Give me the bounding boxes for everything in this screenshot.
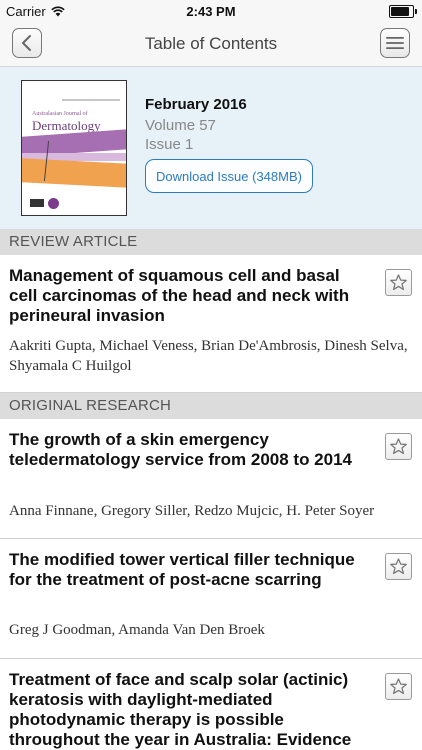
star-icon [390,438,407,455]
hamburger-menu-icon [386,37,404,49]
section-header-original-research: ORIGINAL RESEARCH [0,393,422,419]
navigation-bar: Table of Contents [0,22,422,67]
society-seal [48,198,59,209]
article-authors: Aakriti Gupta, Michael Veness, Brian De'… [9,338,408,374]
favorite-button[interactable] [385,553,412,580]
article-item[interactable]: The modified tower vertical filler techn… [0,539,422,659]
issue-volume: Volume 57 [145,117,216,134]
issue-number: Issue 1 [145,136,194,153]
article-item[interactable]: The growth of a skin emergency telederma… [0,419,422,539]
cover-subtitle: Australasian Journal of [32,111,88,117]
issue-header: Australasian Journal of Dermatology Febr… [0,67,422,229]
star-icon [390,558,407,575]
cover-decoration [62,99,120,101]
issue-date: February 2016 [145,96,247,113]
article-authors: Greg J Goodman, Amanda Van Den Broek [9,622,265,638]
status-bar: Carrier 2:43 PM [0,0,422,22]
favorite-button[interactable] [385,673,412,700]
article-item[interactable]: Treatment of face and scalp solar (actin… [0,659,422,750]
star-icon [390,274,407,291]
download-issue-button[interactable]: Download Issue (348MB) [145,159,313,193]
article-title[interactable]: Treatment of face and scalp solar (actin… [9,670,369,750]
cover-band [22,158,126,188]
battery-icon [389,5,414,18]
issue-cover-image[interactable]: Australasian Journal of Dermatology [21,80,127,216]
menu-button[interactable] [380,28,410,58]
publisher-logo [30,199,44,207]
article-title[interactable]: Management of squamous cell and basal ce… [9,266,369,326]
status-time: 2:43 PM [186,4,236,19]
article-title[interactable]: The modified tower vertical filler techn… [9,550,369,590]
star-icon [390,678,407,695]
battery-level [391,7,410,16]
favorite-button[interactable] [385,269,412,296]
article-title[interactable]: The growth of a skin emergency telederma… [9,430,369,470]
article-item[interactable]: Management of squamous cell and basal ce… [0,255,422,393]
article-authors: Anna Finnane, Gregory Siller, Redzo Mujc… [9,503,375,519]
battery-tip [415,9,417,14]
section-header-review-article: REVIEW ARTICLE [0,229,422,255]
favorite-button[interactable] [385,433,412,460]
page-title: Table of Contents [144,34,278,53]
